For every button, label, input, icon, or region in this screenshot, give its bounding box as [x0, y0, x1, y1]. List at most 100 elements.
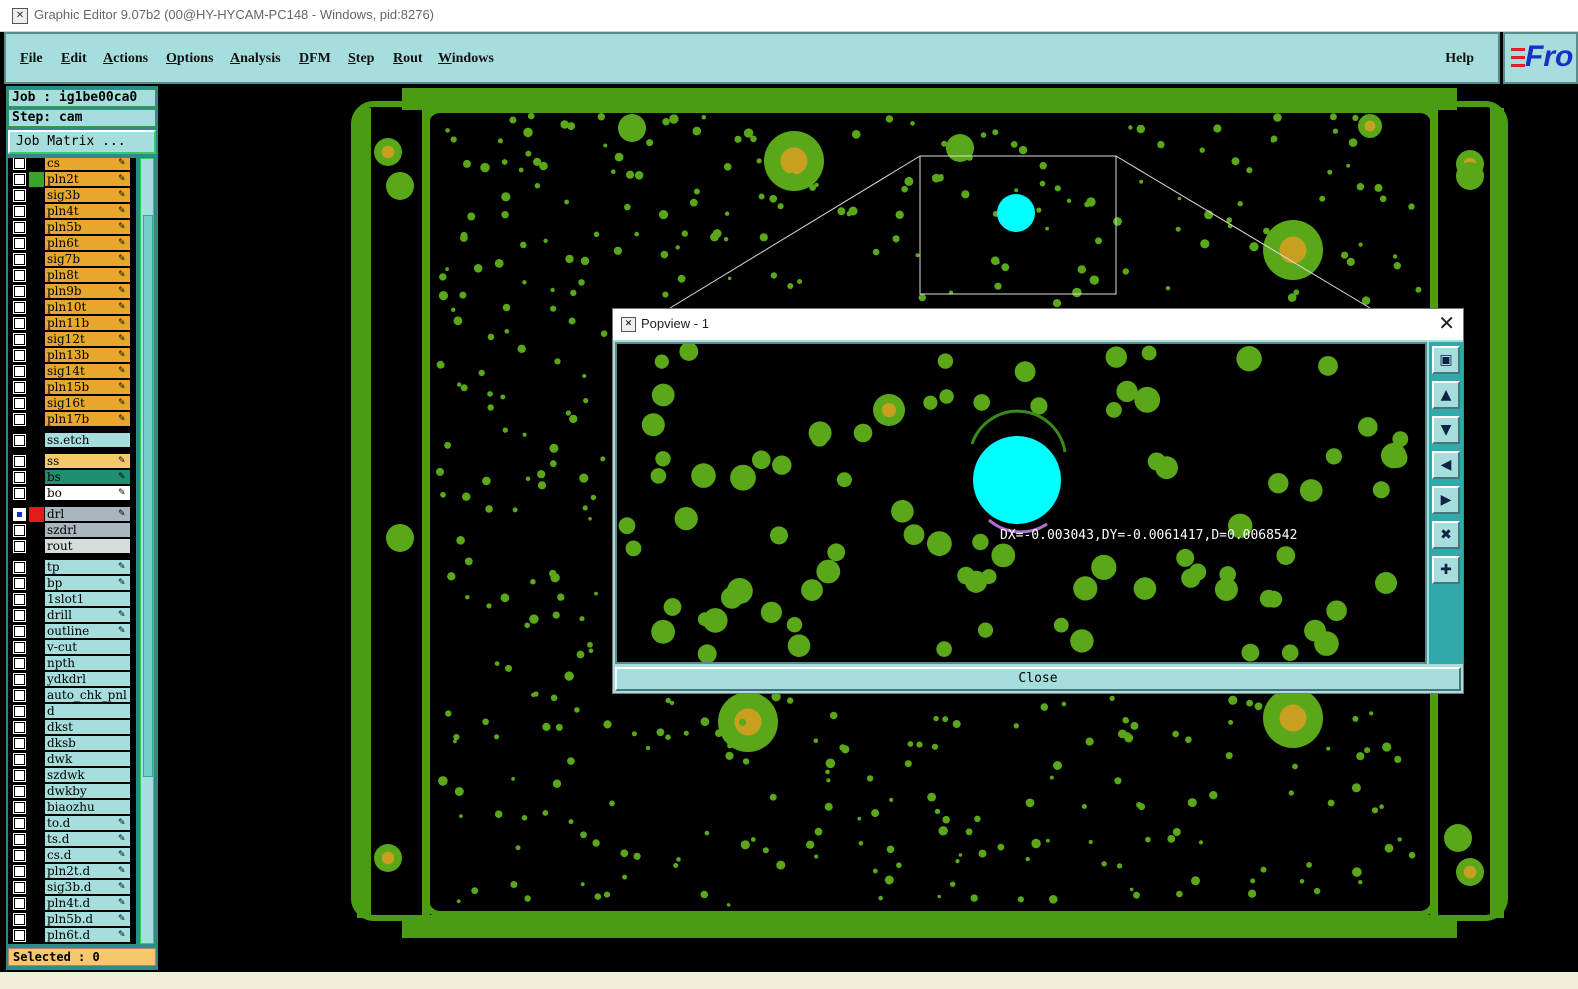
layer-color-swatch[interactable]	[29, 800, 44, 815]
layer-edit-icon[interactable]: ✎	[118, 174, 126, 184]
layer-edit-icon[interactable]: ✎	[118, 302, 126, 312]
layer-color-swatch[interactable]	[29, 364, 44, 379]
layer-checkbox[interactable]	[14, 722, 25, 733]
layer-edit-icon[interactable]: ✎	[118, 334, 126, 344]
layer-row-cs[interactable]: cs ✎	[8, 158, 136, 171]
layer-color-swatch[interactable]	[29, 284, 44, 299]
layer-checkbox[interactable]	[14, 706, 25, 717]
layer-row-biaozhu[interactable]: biaozhu	[8, 800, 136, 815]
layer-edit-icon[interactable]: ✎	[118, 350, 126, 360]
layer-checkbox[interactable]	[14, 525, 25, 536]
layer-color-swatch[interactable]	[29, 592, 44, 607]
layer-row-ss.etch[interactable]: ss.etch	[8, 433, 136, 448]
layer-row-sig16t[interactable]: sig16t ✎	[8, 396, 136, 411]
layer-name[interactable]: d	[45, 704, 130, 718]
layer-row-pln13b[interactable]: pln13b ✎	[8, 348, 136, 363]
layer-edit-icon[interactable]: ✎	[118, 834, 126, 844]
layer-checkbox[interactable]	[14, 690, 25, 701]
pan-right-icon[interactable]: ▶	[1432, 486, 1460, 514]
layer-color-swatch[interactable]	[29, 704, 44, 719]
layer-checkbox[interactable]	[14, 509, 25, 520]
menu-step[interactable]: Step	[348, 51, 374, 67]
layer-checkbox[interactable]	[14, 770, 25, 781]
menu-help[interactable]: Help	[1445, 51, 1474, 67]
layer-edit-icon[interactable]: ✎	[118, 488, 126, 498]
layer-color-swatch[interactable]	[29, 576, 44, 591]
layer-checkbox[interactable]	[14, 302, 25, 313]
layer-checkbox[interactable]	[14, 222, 25, 233]
layer-color-swatch[interactable]	[29, 848, 44, 863]
layer-row-bs[interactable]: bs ✎	[8, 470, 136, 485]
popview-canvas[interactable]: DX=-0.003043,DY=-0.0061417,D=0.0068542	[615, 342, 1427, 664]
layer-color-swatch[interactable]	[29, 736, 44, 751]
layer-edit-icon[interactable]: ✎	[118, 882, 126, 892]
layer-row-pln8t[interactable]: pln8t ✎	[8, 268, 136, 283]
layer-row-dksb[interactable]: dksb	[8, 736, 136, 751]
layer-row-pln15b[interactable]: pln15b ✎	[8, 380, 136, 395]
layer-checkbox[interactable]	[14, 754, 25, 765]
layer-row-npth[interactable]: npth	[8, 656, 136, 671]
layer-checkbox[interactable]	[14, 818, 25, 829]
layer-row-pln9b[interactable]: pln9b ✎	[8, 284, 136, 299]
layer-checkbox[interactable]	[14, 626, 25, 637]
layer-color-swatch[interactable]	[29, 470, 44, 485]
layer-edit-icon[interactable]: ✎	[118, 898, 126, 908]
layer-row-ss[interactable]: ss ✎	[8, 454, 136, 469]
layer-checkbox[interactable]	[14, 366, 25, 377]
layer-row-pln2t.d[interactable]: pln2t.d ✎	[8, 864, 136, 879]
layer-row-pln4t.d[interactable]: pln4t.d ✎	[8, 896, 136, 911]
layer-color-swatch[interactable]	[29, 816, 44, 831]
layer-edit-icon[interactable]: ✎	[118, 286, 126, 296]
zoom-fit-icon[interactable]: ▣	[1432, 346, 1460, 374]
menu-analysis[interactable]: Analysis	[230, 51, 281, 67]
layer-row-bo[interactable]: bo ✎	[8, 486, 136, 501]
layer-color-swatch[interactable]	[29, 560, 44, 575]
layer-row-sig7b[interactable]: sig7b ✎	[8, 252, 136, 267]
layer-edit-icon[interactable]: ✎	[118, 382, 126, 392]
layer-color-swatch[interactable]	[29, 396, 44, 411]
layer-color-swatch[interactable]	[29, 380, 44, 395]
layer-color-swatch[interactable]	[29, 433, 44, 448]
layer-checkbox[interactable]	[14, 238, 25, 249]
layer-color-swatch[interactable]	[29, 768, 44, 783]
layer-checkbox[interactable]	[14, 435, 25, 446]
layer-edit-icon[interactable]: ✎	[118, 222, 126, 232]
layer-row-v-cut[interactable]: v-cut	[8, 640, 136, 655]
layer-row-cs.d[interactable]: cs.d ✎	[8, 848, 136, 863]
layer-edit-icon[interactable]: ✎	[118, 578, 126, 588]
layer-scrollbar[interactable]	[140, 158, 154, 944]
layer-color-swatch[interactable]	[29, 784, 44, 799]
layer-checkbox[interactable]	[14, 398, 25, 409]
layer-color-swatch[interactable]	[29, 268, 44, 283]
layer-checkbox[interactable]	[14, 866, 25, 877]
layer-row-sig12t[interactable]: sig12t ✎	[8, 332, 136, 347]
layer-edit-icon[interactable]: ✎	[118, 206, 126, 216]
layer-edit-icon[interactable]: ✎	[118, 456, 126, 466]
layer-row-dwkby[interactable]: dwkby	[8, 784, 136, 799]
layer-checkbox[interactable]	[14, 594, 25, 605]
layer-color-swatch[interactable]	[29, 316, 44, 331]
layer-row-pln5b.d[interactable]: pln5b.d ✎	[8, 912, 136, 927]
layer-checkbox[interactable]	[14, 610, 25, 621]
layer-name[interactable]: npth	[45, 656, 130, 670]
layer-edit-icon[interactable]: ✎	[118, 318, 126, 328]
layer-checkbox[interactable]	[14, 898, 25, 909]
layer-color-swatch[interactable]	[29, 752, 44, 767]
layer-row-ts.d[interactable]: ts.d ✎	[8, 832, 136, 847]
layer-color-swatch[interactable]	[29, 188, 44, 203]
layer-color-swatch[interactable]	[29, 412, 44, 427]
layer-checkbox[interactable]	[14, 350, 25, 361]
layer-row-1slot1[interactable]: 1slot1	[8, 592, 136, 607]
layer-edit-icon[interactable]: ✎	[118, 158, 126, 168]
layer-name[interactable]: biaozhu	[45, 800, 130, 814]
layer-edit-icon[interactable]: ✎	[118, 610, 126, 620]
layer-row-dkst[interactable]: dkst	[8, 720, 136, 735]
zoom-in-icon[interactable]: ▲	[1432, 381, 1460, 409]
layer-name[interactable]: ss.etch	[45, 433, 130, 447]
close-button[interactable]: Close	[615, 667, 1461, 691]
layer-row-drill[interactable]: drill ✎	[8, 608, 136, 623]
layer-color-swatch[interactable]	[29, 220, 44, 235]
layer-row-pln2t[interactable]: pln2t ✎	[8, 172, 136, 187]
layer-checkbox[interactable]	[14, 414, 25, 425]
menu-windows[interactable]: Windows	[438, 51, 494, 67]
